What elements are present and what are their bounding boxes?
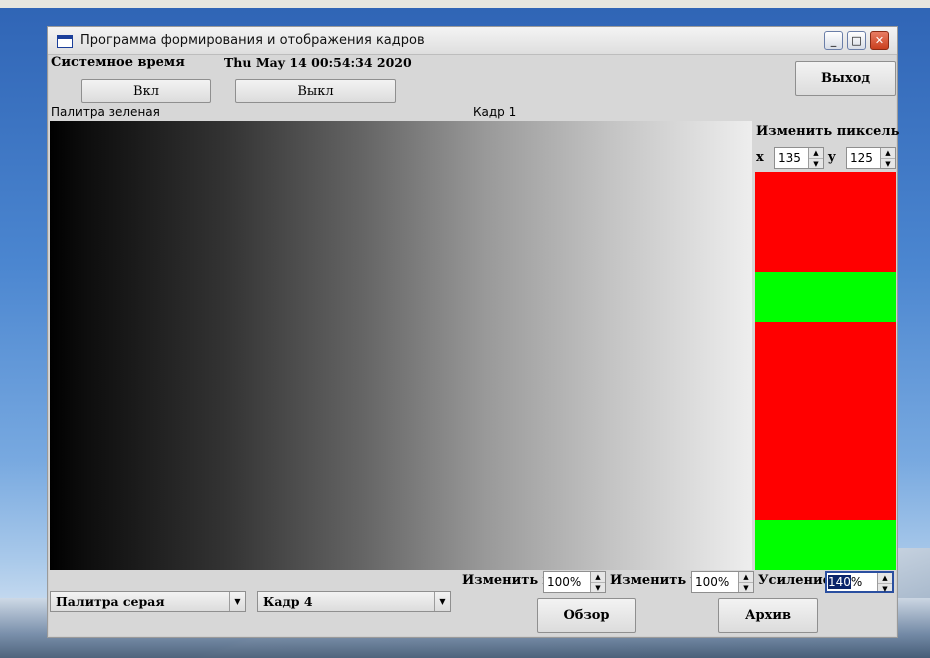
pixel-band-3 [755,520,896,570]
scale-y-value[interactable]: 100% [692,575,738,589]
frame-caption: Кадр 1 [473,105,517,119]
pixel-editor-title: Изменить пиксель [756,124,900,139]
up-arrow-icon[interactable]: ▲ [591,572,605,583]
chevron-down-icon[interactable]: ▼ [434,592,450,611]
up-arrow-icon[interactable]: ▲ [739,572,753,583]
pixel-color-preview[interactable] [755,172,896,570]
gain-value-selected: 140 [828,575,851,589]
system-time-value: Thu May 14 00:54:34 2020 [224,55,412,70]
gain-arrows[interactable]: ▲ ▼ [877,573,892,594]
scale-x-label: Изменить x [462,573,551,588]
gain-value-suffix: % [850,575,863,589]
scale-x-value[interactable]: 100% [544,575,590,589]
pixel-y-value[interactable]: 125 [847,151,880,165]
down-arrow-icon[interactable]: ▼ [809,159,823,169]
pixel-band-0 [755,172,896,273]
gain-value[interactable]: 140% [827,575,877,589]
scale-x-arrows[interactable]: ▲ ▼ [590,572,605,592]
minimize-button[interactable]: _ [824,31,843,50]
scale-x-spinbox[interactable]: 100% ▲ ▼ [543,571,606,593]
scale-y-arrows[interactable]: ▲ ▼ [738,572,753,592]
scale-y-spinbox[interactable]: 100% ▲ ▼ [691,571,754,593]
exit-button[interactable]: Выход [795,61,896,96]
chevron-down-icon[interactable]: ▼ [229,592,245,611]
pixel-band-1 [755,272,896,322]
gain-spinbox[interactable]: 140% ▲ ▼ [825,571,894,593]
pixel-x-arrows[interactable]: ▲ ▼ [808,148,823,168]
palette-caption: Палитра зеленая [51,105,160,119]
frame-display[interactable] [50,121,752,570]
up-arrow-icon[interactable]: ▲ [878,573,892,584]
system-time-label: Системное время [51,55,185,70]
maximize-button[interactable]: □ [847,31,866,50]
pixel-y-label: y [828,150,836,165]
app-window: Программа формирования и отображения кад… [47,26,900,638]
window-app-icon [57,35,73,48]
down-arrow-icon[interactable]: ▼ [878,584,892,594]
pixel-y-arrows[interactable]: ▲ ▼ [880,148,895,168]
palette-select[interactable]: Палитра серая ▼ [50,591,246,612]
browse-button[interactable]: Обзор [537,598,636,633]
close-button[interactable]: ✕ [870,31,889,50]
desktop-top-strip [0,0,930,8]
pixel-band-2 [755,322,896,520]
window-title: Программа формирования и отображения кад… [80,33,425,48]
frame-select[interactable]: Кадр 4 ▼ [257,591,451,612]
up-arrow-icon[interactable]: ▲ [809,148,823,159]
gain-label: Усиление [758,573,831,588]
down-arrow-icon[interactable]: ▼ [881,159,895,169]
up-arrow-icon[interactable]: ▲ [881,148,895,159]
pixel-x-spinbox[interactable]: 135 ▲ ▼ [774,147,824,169]
down-arrow-icon[interactable]: ▼ [739,583,753,593]
pixel-x-value[interactable]: 135 [775,151,808,165]
off-button[interactable]: Выкл [235,79,396,103]
on-button[interactable]: Вкл [81,79,211,103]
pixel-y-spinbox[interactable]: 125 ▲ ▼ [846,147,896,169]
scale-y-label: Изменить y [610,573,699,588]
pixel-x-label: x [756,150,764,165]
palette-select-value: Палитра серая [56,594,165,609]
frame-select-value: Кадр 4 [263,594,313,609]
down-arrow-icon[interactable]: ▼ [591,583,605,593]
archive-button[interactable]: Архив [718,598,818,633]
title-bar[interactable]: Программа формирования и отображения кад… [48,27,897,55]
